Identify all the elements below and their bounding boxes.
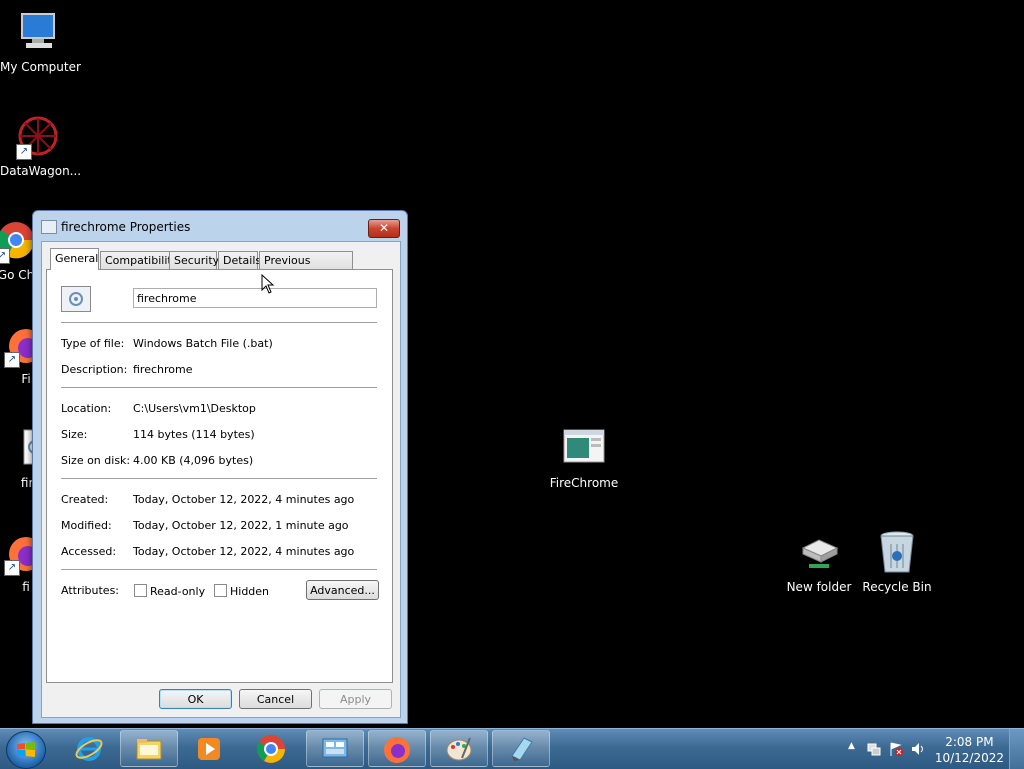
- size-label: Size:: [61, 428, 88, 441]
- clock-date: 10/12/2022: [934, 751, 1004, 765]
- shortcut-arrow-icon: ↗: [16, 144, 32, 160]
- taskbar-windows-explorer[interactable]: [120, 730, 178, 767]
- separator: [61, 478, 377, 480]
- hidden-label[interactable]: Hidden: [230, 585, 269, 598]
- taskbar: ▲ 2:08 PM 10/12/2022: [0, 728, 1024, 769]
- created-value: Today, October 12, 2022, 4 minutes ago: [133, 493, 355, 506]
- location-label: Location:: [61, 402, 112, 415]
- location-value: C:\Users\vm1\Desktop: [133, 402, 256, 415]
- show-hidden-icons-button[interactable]: ▲: [848, 741, 855, 751]
- dialog-client: General Compatibility Security Details P…: [41, 241, 401, 718]
- file-type-icon: [61, 286, 91, 312]
- taskbar-paint[interactable]: [430, 730, 488, 767]
- taskbar-notepad[interactable]: [492, 730, 550, 767]
- attributes-label: Attributes:: [61, 584, 120, 597]
- hidden-checkbox[interactable]: [214, 584, 227, 597]
- windows-logo-icon: [17, 742, 35, 757]
- network-icon[interactable]: [866, 741, 882, 757]
- tab-security[interactable]: Security: [169, 251, 219, 269]
- size-on-disk-value: 4.00 KB (4,096 bytes): [133, 454, 254, 467]
- general-tab-panel: firechrome Type of file: Windows Batch F…: [46, 269, 393, 683]
- desktop-icon-label: FireChrome: [549, 476, 619, 490]
- action-center-flag-icon[interactable]: [888, 741, 904, 757]
- media-player-icon: [198, 737, 220, 760]
- dialog-title-icon: [41, 220, 57, 234]
- desktop-icon-my-computer[interactable]: My Computer: [0, 8, 81, 74]
- properties-dialog: firechrome Properties ✕ General Compatib…: [32, 210, 408, 724]
- desktop-icon-recycle-bin[interactable]: Recycle Bin: [859, 528, 935, 594]
- desktop-icon-label: DataWagon...: [0, 164, 82, 178]
- separator: [61, 387, 377, 389]
- tab-general[interactable]: General: [50, 248, 99, 270]
- file-name-input[interactable]: firechrome: [133, 288, 377, 308]
- taskbar-media-player[interactable]: [180, 730, 238, 767]
- read-only-checkbox[interactable]: [134, 584, 147, 597]
- modified-label: Modified:: [61, 519, 112, 532]
- read-only-label[interactable]: Read-only: [150, 585, 205, 598]
- size-on-disk-label: Size on disk:: [61, 454, 131, 467]
- accessed-label: Accessed:: [61, 545, 117, 558]
- show-desktop-button[interactable]: [1009, 729, 1024, 769]
- taskbar-control-panel[interactable]: [306, 730, 364, 767]
- mouse-cursor-icon: [261, 274, 275, 294]
- folder-icon: [136, 738, 162, 759]
- recycle-bin-icon: [873, 528, 921, 576]
- close-button[interactable]: ✕: [368, 219, 400, 238]
- shortcut-arrow-icon: ↗: [4, 560, 20, 576]
- firefox-icon: [384, 736, 410, 763]
- created-label: Created:: [61, 493, 109, 506]
- taskbar-chrome[interactable]: [242, 730, 300, 767]
- system-tray: ▲ 2:08 PM 10/12/2022: [844, 729, 1024, 769]
- cancel-button[interactable]: Cancel: [239, 689, 312, 709]
- computer-icon: [14, 8, 62, 56]
- network-drive-icon: [795, 528, 843, 576]
- taskbar-firefox[interactable]: [368, 730, 426, 767]
- start-button[interactable]: [6, 731, 46, 769]
- clock-time: 2:08 PM: [945, 735, 994, 749]
- dialog-title: firechrome Properties: [61, 220, 191, 234]
- desktop-icon-new-folder[interactable]: New folder: [781, 528, 857, 594]
- size-value: 114 bytes (114 bytes): [133, 428, 255, 441]
- type-value: Windows Batch File (.bat): [133, 337, 273, 350]
- accessed-value: Today, October 12, 2022, 4 minutes ago: [133, 545, 355, 558]
- tab-details[interactable]: Details: [218, 251, 261, 269]
- shortcut-arrow-icon: ↗: [0, 248, 10, 264]
- description-label: Description:: [61, 363, 128, 376]
- notepad-icon: [511, 736, 533, 761]
- shortcut-arrow-icon: ↗: [4, 352, 20, 368]
- volume-icon[interactable]: [910, 741, 926, 757]
- type-label: Type of file:: [61, 337, 125, 350]
- control-panel-icon: [322, 738, 348, 757]
- desktop-icon-label: New folder: [786, 580, 852, 594]
- desktop-icon-label: Recycle Bin: [862, 580, 932, 594]
- desktop-icon-firechrome[interactable]: FireChrome: [546, 424, 622, 490]
- description-value: firechrome: [133, 363, 193, 376]
- desktop-icon-label: My Computer: [0, 60, 81, 74]
- chrome-icon: [257, 734, 285, 763]
- tab-compatibility[interactable]: Compatibility: [100, 251, 178, 269]
- separator: [61, 322, 377, 324]
- tab-previous-versions[interactable]: Previous Versions: [259, 251, 353, 285]
- dialog-titlebar[interactable]: firechrome Properties ✕: [33, 211, 407, 241]
- window-app-icon: [560, 424, 608, 472]
- desktop-icon-datawagon[interactable]: ↗ DataWagon...: [0, 112, 82, 178]
- separator: [61, 569, 377, 571]
- paint-palette-icon: [446, 737, 472, 760]
- taskbar-internet-explorer[interactable]: [60, 730, 118, 767]
- modified-value: Today, October 12, 2022, 1 minute ago: [133, 519, 349, 532]
- apply-button[interactable]: Apply: [319, 689, 392, 709]
- clock[interactable]: 2:08 PM 10/12/2022: [935, 734, 1004, 766]
- datawagon-icon: ↗: [14, 112, 62, 160]
- internet-explorer-icon: [75, 736, 103, 761]
- ok-button[interactable]: OK: [159, 689, 232, 709]
- advanced-button[interactable]: Advanced...: [306, 580, 379, 600]
